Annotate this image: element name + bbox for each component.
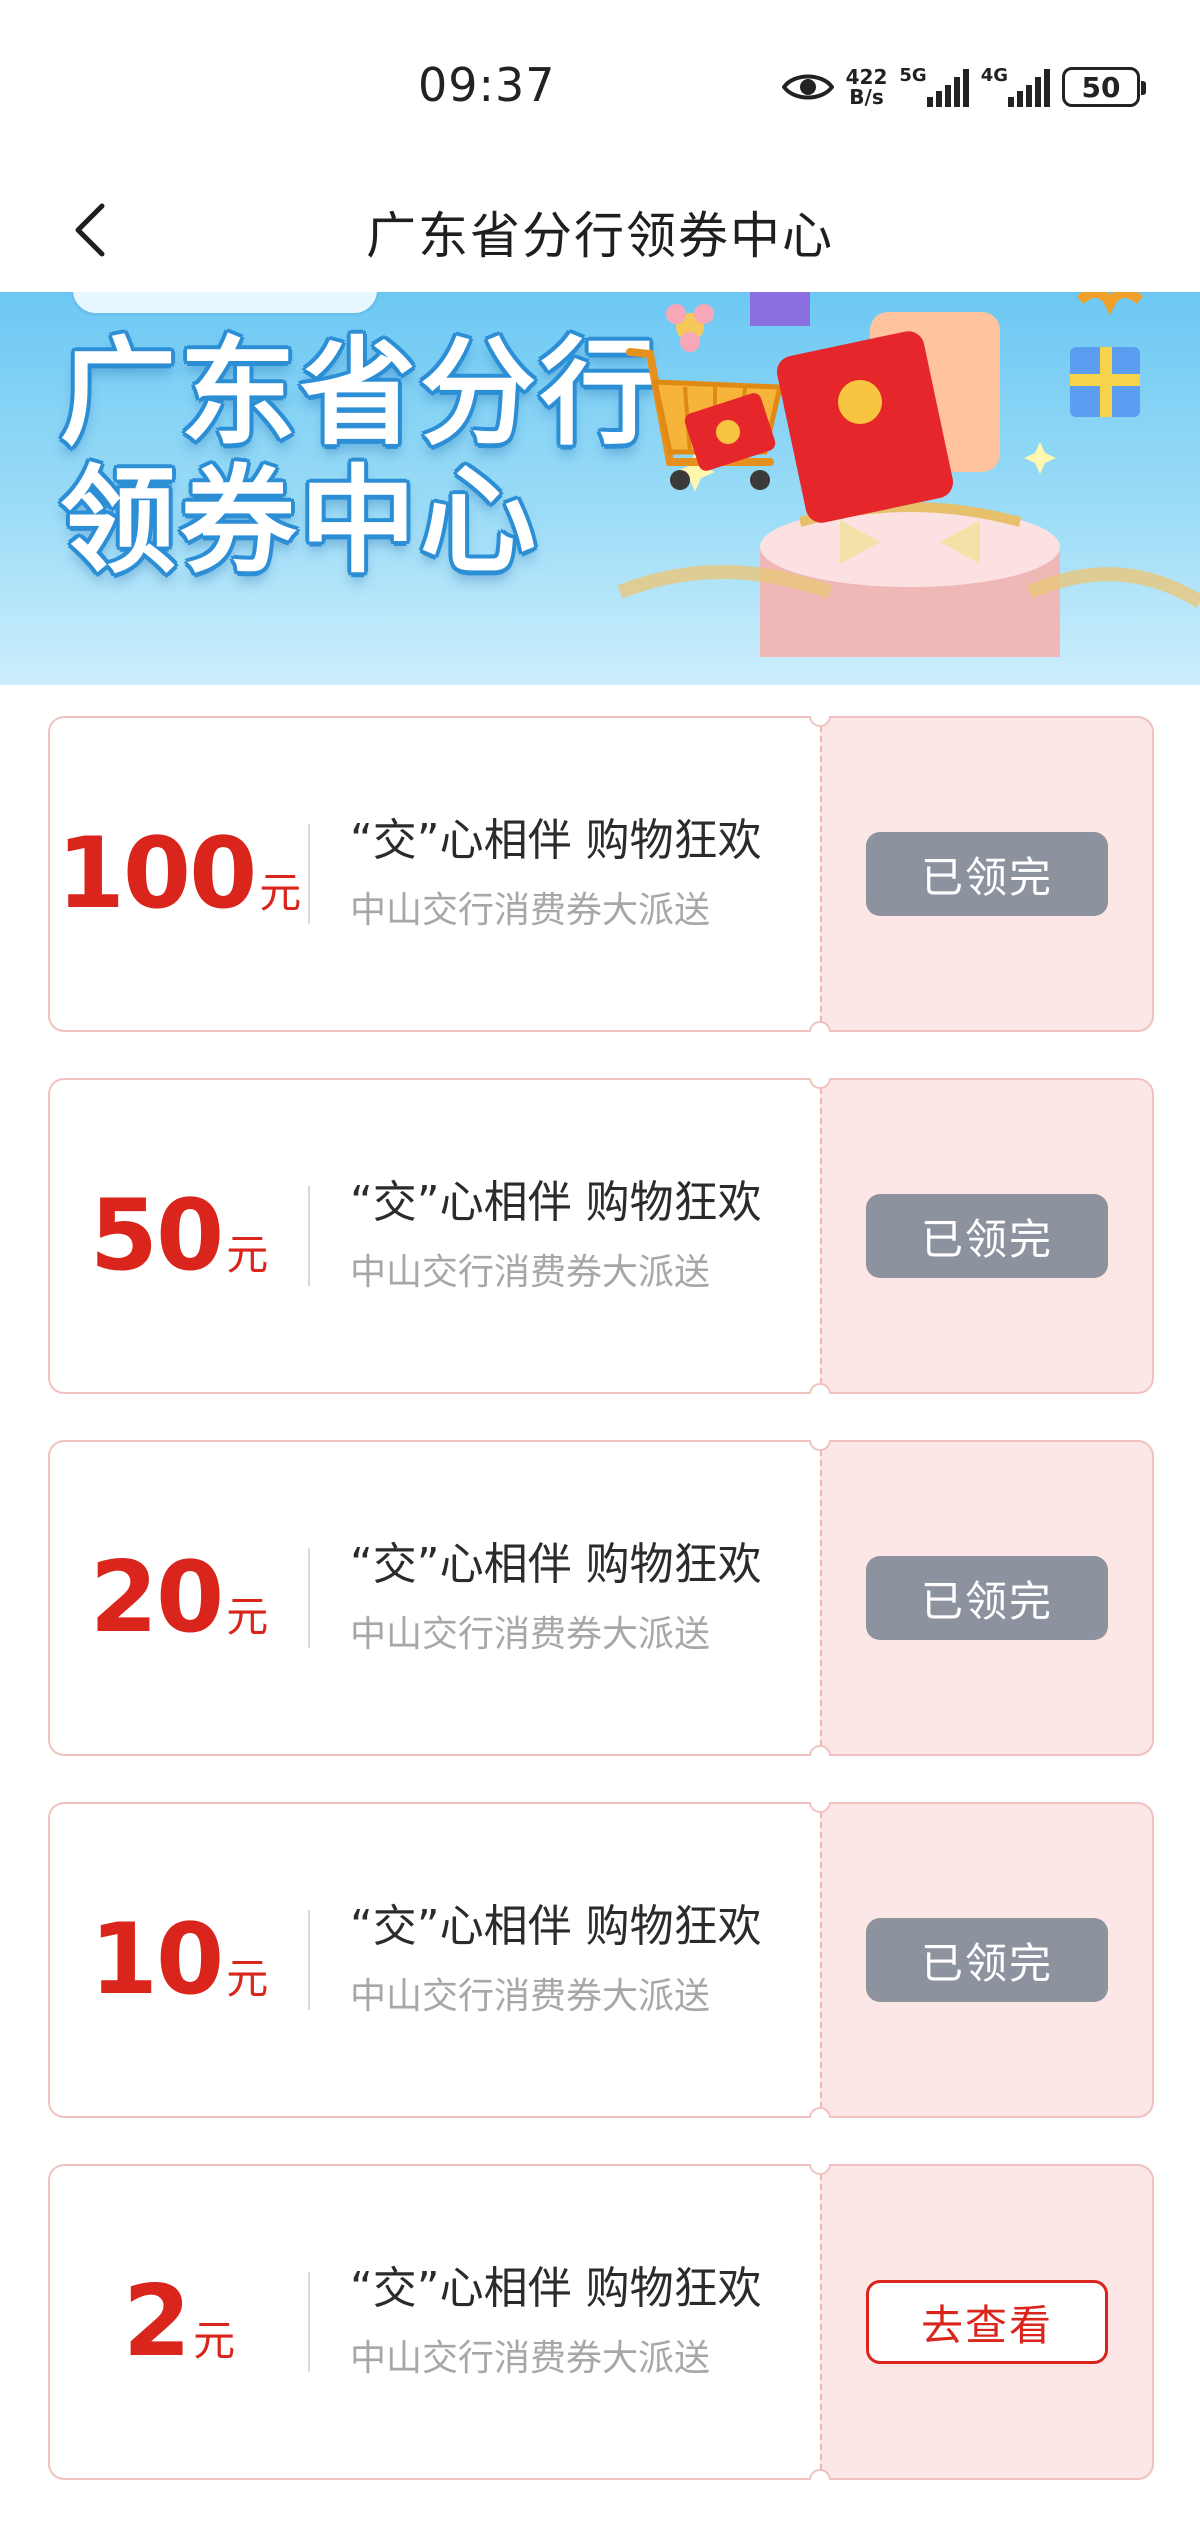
coupon-action-area: 已领完 (820, 1440, 1154, 1756)
view-button[interactable]: 去查看 (866, 2280, 1108, 2364)
coupon-amount-value: 100 (56, 817, 258, 931)
coupon-info: “交”心相伴 购物狂欢 中山交行消费券大派送 (310, 2260, 780, 2384)
banner-title-line2: 领券中心 (60, 454, 540, 589)
coupon-notch (809, 1440, 831, 1451)
signal-5g-label: 5G (899, 65, 927, 86)
coupon-card: 100 元 “交”心相伴 购物狂欢 中山交行消费券大派送 已领完 (48, 716, 1154, 1032)
coupon-notch (809, 1802, 831, 1813)
coupon-subtitle: 中山交行消费券大派送 (350, 1252, 711, 1293)
claimed-button[interactable]: 已领完 (866, 1918, 1108, 2002)
coupon-info: “交”心相伴 购物狂欢 中山交行消费券大派送 (310, 1174, 780, 1298)
coupon-card: 20 元 “交”心相伴 购物狂欢 中山交行消费券大派送 已领完 (48, 1440, 1154, 1756)
net-speed-value: 422 (845, 65, 888, 89)
coupon-notch (809, 1078, 831, 1089)
coupon-amount: 100 元 (50, 817, 308, 931)
coupon-amount-value: 50 (89, 1179, 224, 1293)
coupon-notch (809, 1383, 831, 1394)
coupon-notch (809, 1021, 831, 1032)
coupon-subtitle: 中山交行消费券大派送 (350, 890, 711, 931)
flower-icon (666, 304, 714, 352)
coupon-action-area: 已领完 (820, 716, 1154, 1032)
claimed-button[interactable]: 已领完 (866, 1556, 1108, 1640)
banner-illustration (617, 292, 1200, 657)
coupon-main: 100 元 “交”心相伴 购物狂欢 中山交行消费券大派送 (48, 716, 820, 1032)
coupon-action-area: 去查看 (820, 2164, 1154, 2480)
coupon-notch (809, 2164, 831, 2175)
coupon-amount-value: 2 (122, 2265, 191, 2379)
nav-bar: 广东省分行领券中心 (0, 170, 1200, 292)
signal-4g-label: 4G (980, 65, 1008, 86)
coupon-notch (809, 716, 831, 727)
coupon-amount-value: 20 (89, 1541, 224, 1655)
status-bar: 09:37 422 B/s 5G 4G 50 (0, 0, 1200, 170)
coupon-notch (809, 1745, 831, 1756)
coupon-title: “交”心相伴 购物狂欢 (350, 815, 762, 866)
coupon-card: 50 元 “交”心相伴 购物狂欢 中山交行消费券大派送 已领完 (48, 1078, 1154, 1394)
battery-level: 50 (1081, 70, 1121, 104)
sparkle-icon (1024, 442, 1056, 474)
net-speed: 422 B/s (846, 67, 888, 107)
banner-title-line1: 广东省分行 (60, 326, 660, 461)
coupon-subtitle: 中山交行消费券大派送 (350, 2338, 711, 2379)
net-speed-unit: B/s (849, 85, 884, 109)
red-envelope-icon (684, 312, 1000, 523)
eye-icon (781, 74, 834, 100)
coupon-title: “交”心相伴 购物狂欢 (350, 1901, 762, 1952)
coupon-info: “交”心相伴 购物狂欢 中山交行消费券大派送 (310, 812, 780, 936)
signal-icon (1008, 67, 1050, 107)
coupon-amount-unit: 元 (226, 1592, 269, 1641)
signal-icon (926, 67, 969, 107)
coupon-main: 20 元 “交”心相伴 购物狂欢 中山交行消费券大派送 (48, 1440, 820, 1756)
box-icon (750, 292, 810, 326)
coupon-amount: 50 元 (50, 1179, 308, 1293)
banner-tag (70, 292, 380, 316)
hero-banner: 广东省分行 领券中心 (0, 292, 1200, 685)
coupon-subtitle: 中山交行消费券大派送 (350, 1614, 711, 1655)
coupon-subtitle: 中山交行消费券大派送 (350, 1976, 711, 2017)
coupon-amount-unit: 元 (226, 1230, 269, 1279)
coupon-action-area: 已领完 (820, 1078, 1154, 1394)
page-title: 广东省分行领券中心 (366, 207, 834, 265)
coupon-amount: 2 元 (50, 2265, 308, 2379)
coupon-amount-value: 10 (89, 1903, 224, 2017)
status-time: 09:37 (418, 58, 556, 112)
signal-4g: 4G (981, 67, 1050, 107)
coupon-title: “交”心相伴 购物狂欢 (350, 1177, 762, 1228)
signal-5g: 5G (899, 65, 969, 107)
coupon-title: “交”心相伴 购物狂欢 (350, 1539, 762, 1590)
coupon-title: “交”心相伴 购物狂欢 (350, 2263, 762, 2314)
coupon-main: 50 元 “交”心相伴 购物狂欢 中山交行消费券大派送 (48, 1078, 820, 1394)
coupon-amount: 20 元 (50, 1541, 308, 1655)
coupon-notch (809, 2469, 831, 2480)
coupon-amount-unit: 元 (259, 868, 302, 917)
claimed-button[interactable]: 已领完 (866, 1194, 1108, 1278)
coupon-card: 10 元 “交”心相伴 购物狂欢 中山交行消费券大派送 已领完 (48, 1802, 1154, 2118)
coupon-notch (809, 2107, 831, 2118)
coupon-info: “交”心相伴 购物狂欢 中山交行消费券大派送 (310, 1536, 780, 1660)
coupon-list: 100 元 “交”心相伴 购物狂欢 中山交行消费券大派送 已领完 50 元 “交… (48, 716, 1154, 2526)
claimed-button[interactable]: 已领完 (866, 832, 1108, 916)
battery-icon: 50 (1062, 67, 1146, 107)
coupon-card: 2 元 “交”心相伴 购物狂欢 中山交行消费券大派送 去查看 (48, 2164, 1154, 2480)
coupon-info: “交”心相伴 购物狂欢 中山交行消费券大派送 (310, 1898, 780, 2022)
coupon-main: 10 元 “交”心相伴 购物狂欢 中山交行消费券大派送 (48, 1802, 820, 2118)
coupon-amount: 10 元 (50, 1903, 308, 2017)
banner-title: 广东省分行 领券中心 (60, 330, 660, 586)
coupon-action-area: 已领完 (820, 1802, 1154, 2118)
gift-icon (1070, 292, 1144, 417)
coupon-amount-unit: 元 (226, 1954, 269, 2003)
status-icons: 422 B/s 5G 4G 50 (781, 60, 1146, 114)
coupon-main: 2 元 “交”心相伴 购物狂欢 中山交行消费券大派送 (48, 2164, 820, 2480)
coupon-amount-unit: 元 (193, 2316, 236, 2365)
